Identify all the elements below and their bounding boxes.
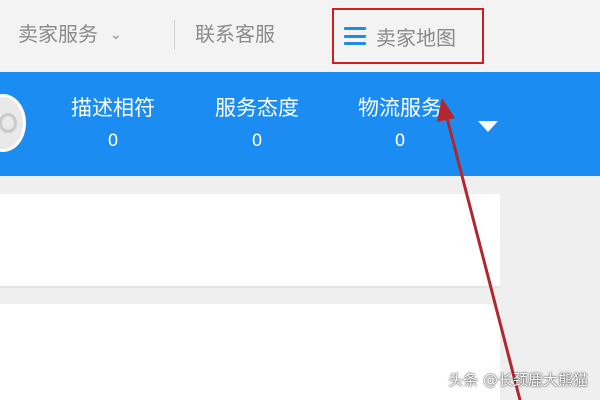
content-panel <box>0 194 500 286</box>
rating-label: 物流服务 <box>358 96 442 120</box>
rating-service-attitude: 服务态度 0 <box>202 94 312 154</box>
menu-icon <box>344 27 366 45</box>
seller-service-label: 卖家服务 <box>18 22 98 46</box>
rating-value: 0 <box>394 131 406 151</box>
rating-description-match: 描述相符 0 <box>58 94 168 154</box>
seller-map-link[interactable]: 卖家地图 <box>344 22 456 50</box>
rating-logistics-service: 物流服务 0 <box>345 94 455 154</box>
nav-divider <box>174 20 175 50</box>
rating-label: 描述相符 <box>71 96 155 120</box>
triangle-down-icon[interactable] <box>478 121 498 132</box>
rating-label: 服务态度 <box>215 96 299 120</box>
content-panel <box>0 304 500 400</box>
panel-divider <box>0 286 500 288</box>
rating-value: 0 <box>251 131 263 151</box>
store-avatar[interactable] <box>0 94 26 152</box>
chevron-down-icon: ⌄ <box>110 27 122 43</box>
avatar-placeholder-icon <box>0 113 17 133</box>
contact-service-label: 联系客服 <box>195 22 275 46</box>
seller-map-highlight: 卖家地图 <box>332 8 484 64</box>
seller-map-label: 卖家地图 <box>376 25 456 50</box>
rating-value: 0 <box>107 131 119 151</box>
contact-service-link[interactable]: 联系客服 <box>195 20 275 48</box>
store-rating-bar: 描述相符 0 服务态度 0 物流服务 0 <box>0 72 600 176</box>
top-nav-bar: 卖家服务 ⌄ 联系客服 卖家地图 <box>0 0 600 72</box>
watermark-text: 头条 @长颈鹿大熊猫 <box>448 371 588 389</box>
seller-service-menu[interactable]: 卖家服务 ⌄ <box>18 20 122 49</box>
